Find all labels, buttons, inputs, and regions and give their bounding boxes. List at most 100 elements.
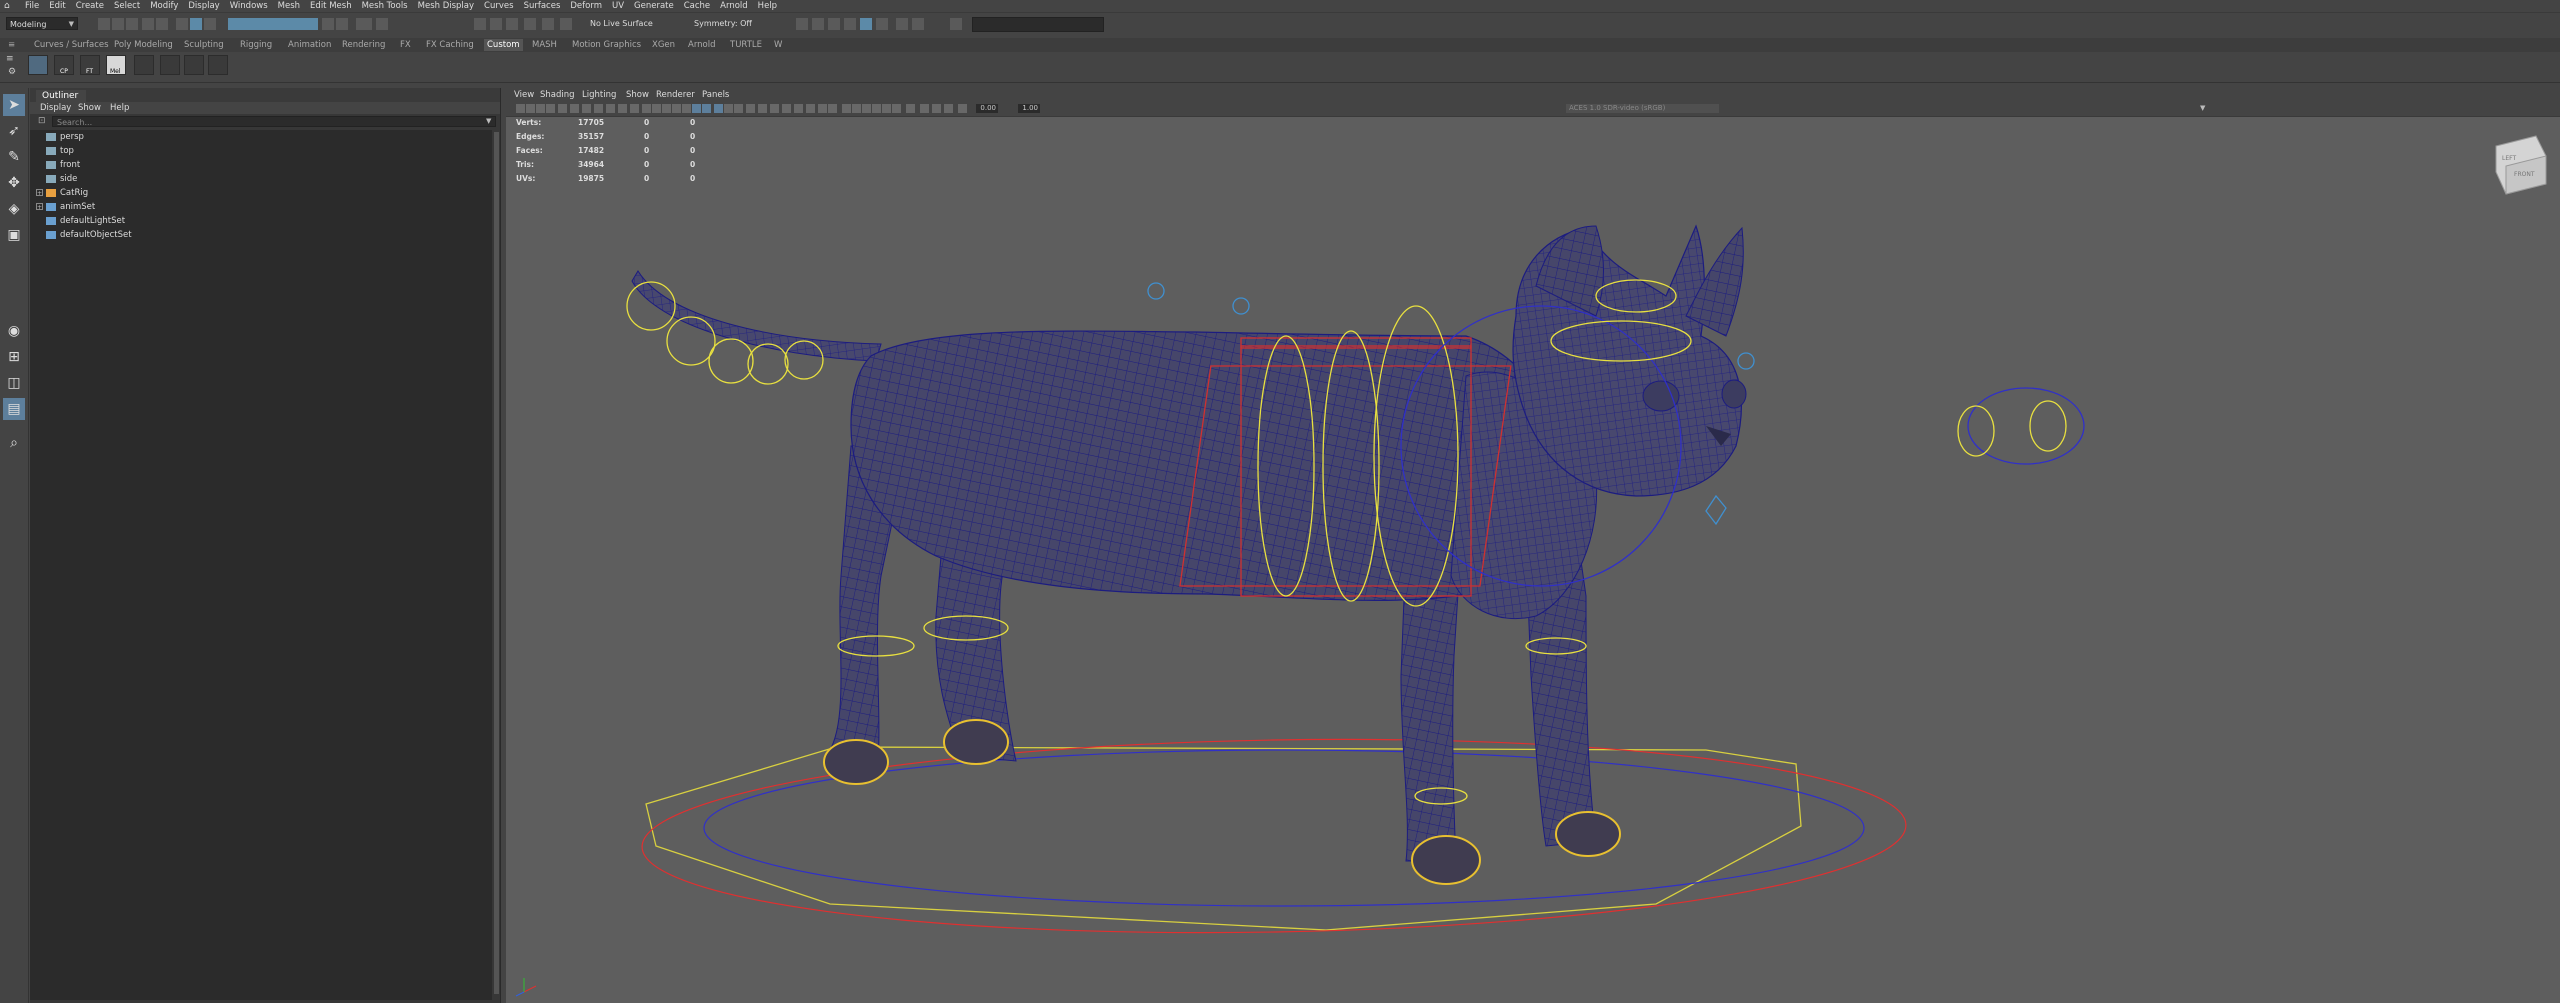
viewport-tool-icon[interactable] [558, 104, 567, 113]
outliner-title[interactable]: Outliner [36, 90, 87, 102]
menu-modify[interactable]: Modify [145, 0, 183, 12]
menu-arnold[interactable]: Arnold [715, 0, 753, 12]
viewport-tool-icon[interactable] [770, 104, 779, 113]
viewport-tool-icon[interactable] [806, 104, 815, 113]
tab-sculpting[interactable]: Sculpting [184, 40, 224, 50]
shelf-settings-icon[interactable]: ⚙ [8, 67, 16, 77]
mel-script-icon[interactable]: Mel [106, 55, 126, 75]
viewport-tool-icon[interactable] [630, 104, 639, 113]
menu-file[interactable]: File [20, 0, 44, 12]
tab-custom[interactable]: Custom [484, 39, 523, 51]
viewport-menu-panels[interactable]: Panels [702, 90, 729, 100]
tab-more[interactable]: W [774, 40, 782, 50]
outliner-search-input[interactable]: Search... [52, 116, 496, 127]
snap-projected-icon[interactable] [524, 18, 536, 30]
viewport-tool-icon[interactable] [944, 104, 953, 113]
pause-ipr-icon[interactable] [912, 18, 924, 30]
grid-tool-icon[interactable] [134, 55, 154, 75]
outliner-item[interactable]: defaultLightSet [30, 214, 492, 228]
viewport-tool-icon[interactable] [758, 104, 767, 113]
outliner-item[interactable]: top [30, 144, 492, 158]
viewport-menu-view[interactable]: View [514, 90, 534, 100]
viewport-tool-icon[interactable] [818, 104, 827, 113]
viewport-tool-icon[interactable] [642, 104, 651, 113]
outliner-persp-layout-icon[interactable]: ▤ [3, 398, 25, 420]
outliner-item[interactable]: side [30, 172, 492, 186]
fk-control-1[interactable] [1147, 282, 1165, 300]
select-hierarchy-icon[interactable] [176, 18, 188, 30]
paint-select-tool-icon[interactable]: ✎ [3, 146, 25, 168]
viewport-menu-show[interactable]: Show [626, 90, 649, 100]
tail-control-4[interactable] [747, 343, 789, 385]
viewport-tool-icon[interactable] [906, 104, 915, 113]
menu-windows[interactable]: Windows [225, 0, 273, 12]
menu-surfaces[interactable]: Surfaces [519, 0, 566, 12]
viewport-tool-icon[interactable] [828, 104, 837, 113]
mode-select[interactable]: Modeling ▼ [6, 17, 78, 30]
menu-edit[interactable]: Edit [44, 0, 70, 12]
expand-icon[interactable]: + [36, 189, 43, 197]
outliner-menu-show[interactable]: Show [78, 103, 101, 113]
viewport-tool-icon[interactable] [652, 104, 661, 113]
viewport-tool-icon[interactable] [734, 104, 743, 113]
layout-tool-icon[interactable] [184, 55, 204, 75]
tab-poly-modeling[interactable]: Poly Modeling [114, 40, 173, 50]
render-settings-icon[interactable] [844, 18, 856, 30]
viewport-tool-icon[interactable] [958, 104, 967, 113]
ft-shelf-icon[interactable]: FT [80, 55, 100, 75]
viewport-tool-icon[interactable] [536, 104, 545, 113]
menu-mesh-tools[interactable]: Mesh Tools [357, 0, 413, 12]
paw-back-left[interactable] [823, 739, 889, 785]
outliner-menu-display[interactable]: Display [40, 103, 71, 113]
viewport-tool-icon[interactable] [892, 104, 901, 113]
tab-curves-surfaces[interactable]: Curves / Surfaces [34, 40, 109, 50]
two-view-icon[interactable]: ◫ [3, 372, 25, 394]
render-current-icon[interactable] [812, 18, 824, 30]
snap-together-icon[interactable] [560, 18, 572, 30]
shelf-menu-icon[interactable]: ≡ [8, 40, 15, 50]
rotate-tool-icon[interactable]: ◈ [3, 198, 25, 220]
menu-edit-mesh[interactable]: Edit Mesh [305, 0, 357, 12]
menu-select[interactable]: Select [109, 0, 145, 12]
eye-target-right[interactable] [2029, 400, 2067, 452]
single-view-icon[interactable]: ◉ [3, 320, 25, 342]
menu-mesh-display[interactable]: Mesh Display [413, 0, 479, 12]
viewport-tool-icon[interactable] [882, 104, 891, 113]
scale-tool-icon[interactable]: ▣ [3, 224, 25, 246]
menu-mesh[interactable]: Mesh [273, 0, 305, 12]
color-space-select[interactable]: ACES 1.0 SDR-video (sRGB) [1566, 104, 1719, 113]
viewport-tool-icon[interactable] [862, 104, 871, 113]
outliner-scrollbar[interactable] [494, 132, 499, 994]
menu-help[interactable]: Help [753, 0, 782, 12]
cat-eye-left[interactable] [1642, 380, 1680, 412]
viewport-tool-icon[interactable] [872, 104, 881, 113]
viewport-tool-icon[interactable] [682, 104, 691, 113]
menu-generate[interactable]: Generate [629, 0, 679, 12]
viewport-tool-icon[interactable] [714, 104, 723, 113]
select-tool-icon[interactable]: ➤ [3, 94, 25, 116]
outliner-item[interactable]: defaultObjectSet [30, 228, 492, 242]
viewport-menu-lighting[interactable]: Lighting [582, 90, 616, 100]
viewport-tool-icon[interactable] [526, 104, 535, 113]
ear-control[interactable] [1737, 352, 1755, 370]
save-scene-icon[interactable] [126, 18, 138, 30]
fk-control-2[interactable] [1232, 297, 1250, 315]
viewport-tool-icon[interactable] [746, 104, 755, 113]
lasso-tool-icon[interactable]: ➶ [3, 120, 25, 142]
input-line-icon[interactable] [950, 18, 962, 30]
viewport-tool-icon[interactable] [662, 104, 671, 113]
select-object-icon[interactable] [190, 18, 202, 30]
new-scene-icon[interactable] [98, 18, 110, 30]
viewport-menu-shading[interactable]: Shading [540, 90, 575, 100]
viewport-tool-icon[interactable] [842, 104, 851, 113]
tail-control-3[interactable] [708, 338, 754, 384]
command-input[interactable] [972, 17, 1104, 32]
paw-front-left[interactable] [1411, 835, 1481, 885]
outliner-menu-help[interactable]: Help [110, 103, 129, 113]
tab-rendering[interactable]: Rendering [342, 40, 385, 50]
viewport-tool-icon[interactable] [692, 104, 701, 113]
viewport-tool-icon[interactable] [672, 104, 681, 113]
lock-selection-icon[interactable] [322, 18, 334, 30]
viewport-tool-icon[interactable] [594, 104, 603, 113]
search-options-chevron-icon[interactable]: ▼ [486, 117, 491, 125]
